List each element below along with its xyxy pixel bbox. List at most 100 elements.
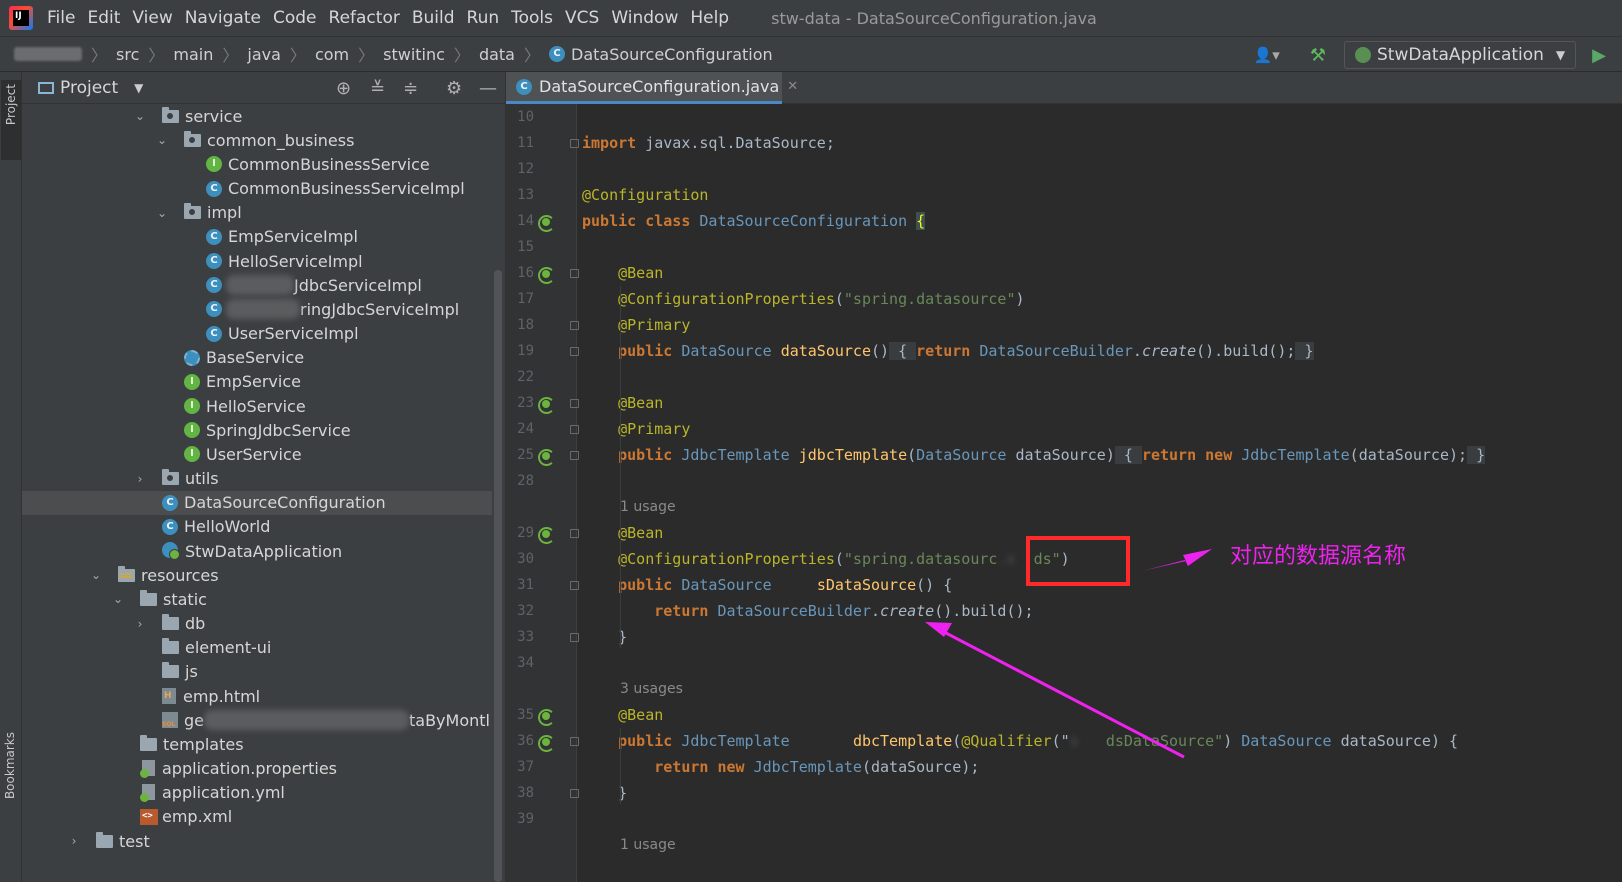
chevron-down-icon[interactable]: ▼ bbox=[134, 81, 143, 95]
tree-item[interactable]: application.yml bbox=[22, 781, 492, 805]
menu-tools[interactable]: Tools bbox=[511, 8, 553, 28]
chevron-right-icon[interactable]: › bbox=[68, 834, 80, 848]
tree-item[interactable]: ⌄ impl bbox=[22, 201, 492, 225]
tree-item[interactable]: ⌄ resources bbox=[22, 563, 492, 587]
tree-item[interactable]: ⌄ service bbox=[22, 104, 492, 128]
tree-item[interactable]: I UserService bbox=[22, 442, 492, 466]
tree-item[interactable]: element-ui bbox=[22, 636, 492, 660]
tree-item[interactable]: I CommonBusinessService bbox=[22, 152, 492, 176]
code-line[interactable]: 15 bbox=[506, 234, 1622, 260]
breadcrumb-com[interactable]: com bbox=[315, 45, 349, 64]
chevron-right-icon[interactable]: › bbox=[134, 617, 146, 631]
fold-marker-icon[interactable] bbox=[570, 321, 579, 330]
expand-all-icon[interactable]: ≚ bbox=[370, 78, 385, 99]
menu-view[interactable]: View bbox=[132, 8, 172, 28]
tree-item[interactable]: C CommonBusinessServiceImpl bbox=[22, 177, 492, 201]
tree-item[interactable]: C UserServiceImpl bbox=[22, 322, 492, 346]
tree-item[interactable]: C DataSourceConfiguration bbox=[22, 490, 492, 515]
close-icon[interactable]: ✕ bbox=[787, 79, 798, 94]
chevron-down-icon[interactable]: ⌄ bbox=[156, 133, 168, 147]
menu-build[interactable]: Build bbox=[412, 8, 455, 28]
tree-item[interactable]: I SpringJdbcService bbox=[22, 418, 492, 442]
menu-edit[interactable]: Edit bbox=[87, 8, 120, 28]
chevron-down-icon[interactable]: ⌄ bbox=[134, 109, 146, 123]
tree-item[interactable]: C HelloServiceImpl bbox=[22, 249, 492, 273]
tree-item[interactable]: C EmpServiceImpl bbox=[22, 225, 492, 249]
project-tool-button[interactable]: Project bbox=[1, 80, 21, 160]
menu-help[interactable]: Help bbox=[690, 8, 729, 28]
code-line[interactable]: 1 usage bbox=[506, 832, 1622, 858]
locate-icon[interactable]: ⊕ bbox=[336, 78, 351, 99]
code-line[interactable]: 16 @Bean bbox=[506, 260, 1622, 286]
run-icon[interactable]: ▶ bbox=[1592, 45, 1606, 66]
usage-hint[interactable]: 3 usages bbox=[620, 676, 683, 702]
fold-marker-icon[interactable] bbox=[570, 789, 579, 798]
tree-scrollbar[interactable] bbox=[494, 270, 502, 882]
build-hammer-icon[interactable]: ⚒ bbox=[1310, 45, 1326, 66]
code-line[interactable]: 24 @Primary bbox=[506, 416, 1622, 442]
spring-bean-icon[interactable] bbox=[538, 525, 555, 544]
code-line[interactable]: 39 bbox=[506, 806, 1622, 832]
tree-item[interactable]: › db bbox=[22, 612, 492, 636]
code-line[interactable]: 17 @ConfigurationProperties("spring.data… bbox=[506, 286, 1622, 312]
menu-code[interactable]: Code bbox=[273, 8, 317, 28]
tree-item[interactable]: emp.xml bbox=[22, 805, 492, 829]
tree-item[interactable]: BaseService bbox=[22, 346, 492, 370]
code-line[interactable]: 1 usage bbox=[506, 494, 1622, 520]
breadcrumb-java[interactable]: java bbox=[247, 45, 281, 64]
fold-marker-icon[interactable] bbox=[570, 633, 579, 642]
tab-datasourceconfiguration[interactable]: C DataSourceConfiguration.java ✕ bbox=[506, 72, 798, 104]
run-configuration-select[interactable]: StwDataApplication ▼ bbox=[1343, 41, 1577, 69]
tree-item[interactable]: application.properties bbox=[22, 757, 492, 781]
menu-window[interactable]: Window bbox=[611, 8, 678, 28]
spring-bean-icon[interactable] bbox=[538, 707, 555, 726]
tree-item[interactable]: CringJdbcServiceImpl bbox=[22, 297, 492, 321]
fold-marker-icon[interactable] bbox=[570, 399, 579, 408]
menu-file[interactable]: File bbox=[47, 8, 75, 28]
code-line[interactable]: 34 bbox=[506, 650, 1622, 676]
tree-item[interactable]: emp.html bbox=[22, 684, 492, 708]
tree-item[interactable]: I EmpService bbox=[22, 370, 492, 394]
code-line[interactable]: 18 @Primary bbox=[506, 312, 1622, 338]
tree-item[interactable]: C JdbcServiceImpl bbox=[22, 273, 492, 297]
hide-icon[interactable]: — bbox=[479, 78, 497, 99]
spring-bean-icon[interactable] bbox=[538, 733, 555, 752]
code-line[interactable]: 36 public JdbcTemplate dbcTemplate(@Qual… bbox=[506, 728, 1622, 754]
code-line[interactable]: 37 return new JdbcTemplate(dataSource); bbox=[506, 754, 1622, 780]
spring-bean-icon[interactable] bbox=[538, 447, 555, 466]
menu-run[interactable]: Run bbox=[467, 8, 500, 28]
tree-item[interactable]: C HelloWorld bbox=[22, 515, 492, 539]
chevron-down-icon[interactable]: ⌄ bbox=[90, 568, 102, 582]
code-line[interactable]: 22 bbox=[506, 364, 1622, 390]
tree-item[interactable]: templates bbox=[22, 732, 492, 756]
fold-marker-icon[interactable] bbox=[570, 581, 579, 590]
chevron-down-icon[interactable]: ⌄ bbox=[156, 206, 168, 220]
code-line[interactable]: 12 bbox=[506, 156, 1622, 182]
fold-marker-icon[interactable] bbox=[570, 425, 579, 434]
bookmarks-tool-button[interactable]: Bookmarks bbox=[3, 732, 17, 799]
breadcrumb-main[interactable]: main bbox=[173, 45, 213, 64]
code-line[interactable]: 33 } bbox=[506, 624, 1622, 650]
code-line[interactable]: 38 } bbox=[506, 780, 1622, 806]
fold-marker-icon[interactable] bbox=[570, 269, 579, 278]
breadcrumb-data[interactable]: data bbox=[479, 45, 515, 64]
tree-item[interactable]: ge taByMontl bbox=[22, 708, 492, 732]
code-line[interactable]: 19 public DataSource dataSource() { retu… bbox=[506, 338, 1622, 364]
fold-marker-icon[interactable] bbox=[570, 529, 579, 538]
code-line[interactable]: 13 @Configuration bbox=[506, 182, 1622, 208]
chevron-down-icon[interactable]: ⌄ bbox=[112, 592, 124, 606]
menu-refactor[interactable]: Refactor bbox=[329, 8, 400, 28]
spring-bean-icon[interactable] bbox=[538, 265, 555, 284]
code-line[interactable]: 23 @Bean bbox=[506, 390, 1622, 416]
fold-marker-icon[interactable] bbox=[570, 737, 579, 746]
code-line[interactable]: 32 return DataSourceBuilder.create().bui… bbox=[506, 598, 1622, 624]
tree-item[interactable]: StwDataApplication bbox=[22, 539, 492, 563]
tree-item[interactable]: ⌄ common_business bbox=[22, 128, 492, 152]
gear-icon[interactable]: ⚙ bbox=[446, 78, 462, 99]
menu-vcs[interactable]: VCS bbox=[565, 8, 599, 28]
code-line[interactable]: 11 import javax.sql.DataSource; bbox=[506, 130, 1622, 156]
breadcrumb-class[interactable]: DataSourceConfiguration bbox=[571, 45, 773, 64]
spring-bean-icon[interactable] bbox=[538, 213, 555, 232]
tree-item[interactable]: js bbox=[22, 660, 492, 684]
code-line[interactable]: 14 public class DataSourceConfiguration { bbox=[506, 208, 1622, 234]
